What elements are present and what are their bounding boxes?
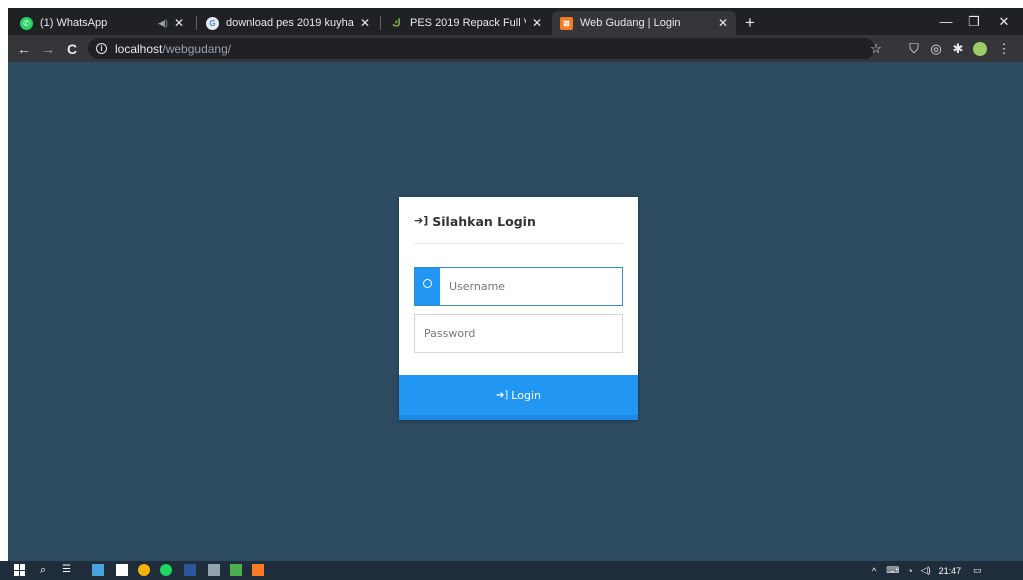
new-tab-button[interactable]: + <box>740 11 760 35</box>
taskbar: ⌕ ☰ ^ ⌨ ◔ ◁) 21:47 ▭ <box>0 561 1023 580</box>
keyboard-icon[interactable]: ⌨ <box>886 565 899 576</box>
username-field <box>414 267 623 306</box>
tab-pes-repack[interactable]: ﻙ PES 2019 Repack Full Version | ku ✕ <box>382 11 550 35</box>
login-card: ➔] Silahkan Login ➔] Login <box>399 197 638 420</box>
username-input[interactable] <box>440 268 622 305</box>
close-icon[interactable]: ✕ <box>174 16 184 30</box>
password-field <box>414 314 623 353</box>
tab-google-search[interactable]: G download pes 2019 kuyhaa - Goo ✕ <box>198 11 378 35</box>
wifi-icon[interactable]: ◔ <box>907 566 912 576</box>
file-explorer-icon[interactable] <box>92 564 104 576</box>
search-icon[interactable]: ⌕ <box>40 564 52 576</box>
record-extension-icon[interactable]: ◎ <box>926 35 946 62</box>
login-button-label: Login <box>511 388 541 402</box>
whatsapp-icon: ✆ <box>20 16 33 30</box>
login-header: ➔] Silahkan Login <box>414 214 623 244</box>
tab-title: download pes 2019 kuyhaa - Goo <box>226 17 354 29</box>
password-input[interactable] <box>415 315 622 352</box>
tab-title: (1) WhatsApp <box>40 17 108 29</box>
sign-in-icon: ➔] <box>496 389 509 401</box>
url-host: localhost <box>115 41 163 56</box>
xampp-app-icon[interactable] <box>252 564 264 576</box>
login-title: Silahkan Login <box>432 214 536 229</box>
close-icon[interactable]: ✕ <box>718 16 728 30</box>
browser-toolbar: ← → C i localhost/webgudang/ ☆ ⛉ ◎ ✱ ⋮ <box>8 35 1023 62</box>
menu-icon[interactable]: ⋮ <box>994 35 1014 62</box>
user-icon <box>415 268 440 305</box>
tab-separator <box>196 16 197 30</box>
tab-whatsapp[interactable]: ✆ (1) WhatsApp ◀) ✕ <box>12 11 192 35</box>
kuyhaa-app-icon[interactable] <box>230 564 242 576</box>
volume-icon[interactable]: ◁) <box>921 565 931 576</box>
notification-icon[interactable]: ▭ <box>973 565 982 576</box>
kuyhaa-icon: ﻙ <box>392 17 401 29</box>
spotify-icon[interactable] <box>160 564 172 576</box>
tab-web-gudang[interactable]: ⊠ Web Gudang | Login ✕ <box>552 11 736 35</box>
chrome-icon[interactable] <box>138 564 150 576</box>
word-icon[interactable] <box>184 564 196 576</box>
info-icon[interactable]: i <box>96 43 107 54</box>
tab-separator <box>380 16 381 30</box>
close-icon[interactable]: ✕ <box>532 16 542 30</box>
page-viewport: ➔] Silahkan Login ➔] Login <box>8 62 1023 561</box>
login-button[interactable]: ➔] Login <box>399 375 638 420</box>
task-view-icon[interactable]: ☰ <box>62 564 74 576</box>
back-button[interactable]: ← <box>14 35 34 62</box>
windows-start-icon[interactable] <box>14 564 26 576</box>
profile-avatar-icon[interactable] <box>970 35 990 62</box>
bookmark-star-icon[interactable]: ☆ <box>866 35 886 62</box>
speaker-icon[interactable]: ◀) <box>158 18 168 29</box>
url-path: /webgudang/ <box>162 41 232 56</box>
forward-button[interactable]: → <box>38 35 58 62</box>
tab-title: PES 2019 Repack Full Version | ku <box>410 17 526 29</box>
address-bar[interactable]: i localhost/webgudang/ <box>88 38 875 59</box>
tab-title: Web Gudang | Login <box>580 17 681 29</box>
browser-tab-strip: ✆ (1) WhatsApp ◀) ✕ G download pes 2019 … <box>8 8 1023 35</box>
system-tray: ^ ⌨ ◔ ◁) 21:47 ▭ <box>872 561 982 580</box>
reload-button[interactable]: C <box>62 35 82 62</box>
xampp-icon: ⊠ <box>560 16 573 30</box>
shield-extension-icon[interactable]: ⛉ <box>904 35 924 62</box>
chevron-up-icon[interactable]: ^ <box>872 566 876 576</box>
store-icon[interactable] <box>116 564 128 576</box>
puzzle-extension-icon[interactable]: ✱ <box>948 35 968 62</box>
app-icon[interactable] <box>208 564 220 576</box>
google-icon: G <box>206 16 219 30</box>
close-window-button[interactable]: ✕ <box>986 8 1022 35</box>
close-icon[interactable]: ✕ <box>360 16 370 30</box>
clock[interactable]: 21:47 <box>939 566 962 576</box>
sign-in-icon: ➔] <box>414 214 429 227</box>
